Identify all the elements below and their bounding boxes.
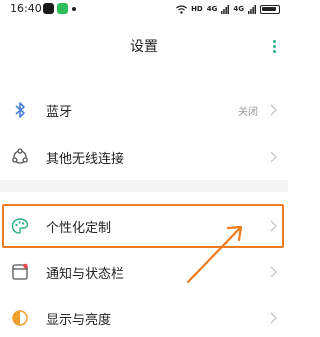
brightness-icon xyxy=(12,310,28,326)
settings-item-label: 蓝牙 xyxy=(46,105,73,120)
signal-indicator-2: 4G xyxy=(233,4,244,13)
tiktok-notification-icon xyxy=(43,3,54,14)
title-bar: 设置 xyxy=(0,30,288,62)
chevron-right-icon xyxy=(270,104,277,116)
wifi-icon xyxy=(176,4,187,14)
settings-item-label: 其他无线连接 xyxy=(46,152,125,167)
chevron-right-icon xyxy=(270,312,277,324)
arrow-pointer-icon xyxy=(186,225,243,284)
battery-icon xyxy=(260,4,280,14)
chevron-right-icon xyxy=(270,151,277,163)
settings-item-label: 通知与状态栏 xyxy=(46,267,125,282)
signal-bars-icon-2 xyxy=(248,4,256,14)
notification-dot-icon xyxy=(72,7,76,11)
settings-item-other-wireless[interactable]: 其他无线连接 xyxy=(0,137,288,177)
status-time: 16:40 xyxy=(10,2,42,15)
status-bar: 16:40 HD 4G 4G xyxy=(0,0,288,20)
app-notification-icon xyxy=(57,3,68,14)
wireless-connection-icon xyxy=(12,148,28,164)
settings-item-display-brightness[interactable]: 显示与亮度 xyxy=(0,298,288,337)
bluetooth-status: 关闭 xyxy=(238,107,258,118)
dot-icon xyxy=(272,50,276,53)
settings-item-bluetooth[interactable]: 蓝牙 关闭 xyxy=(0,90,288,130)
hd-indicator: HD xyxy=(191,4,203,13)
dot-icon xyxy=(272,40,276,43)
section-divider xyxy=(0,180,288,192)
status-indicators: HD 4G 4G xyxy=(176,2,280,16)
dot-icon xyxy=(272,45,276,48)
page-title: 设置 xyxy=(130,39,158,55)
chevron-right-icon xyxy=(270,266,277,278)
signal-indicator-1: 4G xyxy=(206,4,218,13)
signal-bars-icon xyxy=(221,4,230,14)
more-options-button[interactable] xyxy=(270,40,278,56)
bluetooth-icon xyxy=(15,102,25,118)
notification-icon xyxy=(12,263,28,280)
settings-item-label: 显示与亮度 xyxy=(46,313,112,328)
